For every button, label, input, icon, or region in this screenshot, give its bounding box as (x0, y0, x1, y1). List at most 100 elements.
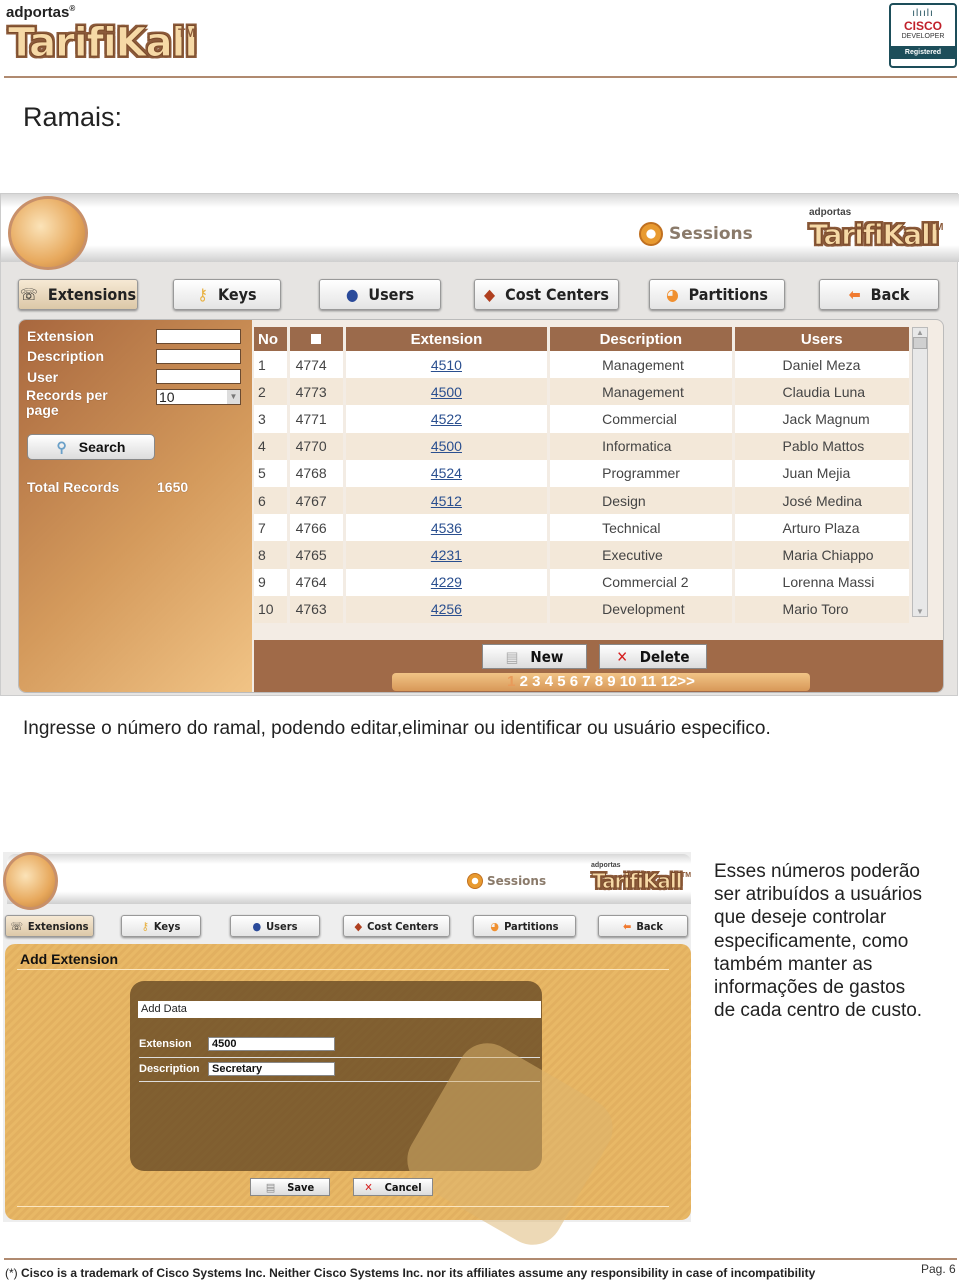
cell-extension: 4510 (344, 351, 551, 379)
search-button[interactable]: ⚲ Search (27, 434, 155, 460)
back-arrow-icon: ⬅ (623, 919, 632, 933)
user-icon: ● (252, 919, 262, 933)
extension-link[interactable]: 4500 (431, 384, 462, 400)
cell-no: 8 (254, 541, 290, 569)
phone-icon: ☏ (19, 285, 38, 304)
document-icon: ▤ (505, 647, 519, 666)
app2-nav-extensions[interactable]: ☏ Extensions (5, 915, 94, 937)
extensions-list-screenshot: Sessions adportas TarifiKall TM ☏ Extensi… (0, 193, 959, 696)
cell-description: Programmer (548, 459, 735, 487)
extensions-table: No Extension Description Users 1 4774 4510… (254, 327, 913, 623)
back-arrow-icon: ⬅ (848, 285, 861, 304)
side-text-line: Esses números poderão (714, 861, 920, 882)
cell-user: Claudia Luna (733, 378, 913, 406)
extension-link[interactable]: 4510 (431, 357, 462, 373)
scroll-thumb[interactable] (913, 337, 927, 349)
pagination[interactable]: 1 2 3 4 5 6 7 8 9 10 11 12>> (392, 673, 810, 691)
table-row[interactable]: 8 4765 4231 Executive Maria Chiappo (254, 541, 913, 569)
cell-id: 4765 (288, 541, 346, 569)
title-divider (17, 969, 669, 970)
chevron-down-icon: ▼ (227, 390, 240, 404)
logo-tm: TM (178, 26, 196, 40)
cell-id: 4773 (288, 378, 346, 406)
new-button[interactable]: ▤ New (482, 644, 587, 669)
extension-input[interactable]: 4500 (208, 1037, 335, 1051)
table-row[interactable]: 7 4766 4536 Technical Arturo Plaza (254, 514, 913, 542)
extension-link[interactable]: 4500 (431, 438, 462, 454)
description-filter-input[interactable] (156, 349, 241, 364)
table-row[interactable]: 9 4764 4229 Commercial 2 Lorenna Massi (254, 568, 913, 596)
table-row[interactable]: 5 4768 4524 Programmer Juan Mejia (254, 459, 913, 487)
pie-chart-icon: ◕ (490, 919, 500, 933)
cell-description: Management (548, 351, 735, 379)
extension-filter-input[interactable] (156, 329, 241, 344)
nav-back[interactable]: ⬅ Back (819, 279, 939, 310)
table-row[interactable]: 1 4774 4510 Management Daniel Meza (254, 351, 913, 379)
app2-nav-users[interactable]: ● Users (230, 915, 320, 937)
cancel-button[interactable]: ✕ Cancel (353, 1178, 433, 1196)
table-row[interactable]: 4 4770 4500 Informatica Pablo Mattos (254, 432, 913, 460)
cell-extension: 4522 (344, 405, 551, 433)
scroll-down-icon[interactable]: ▼ (913, 607, 927, 616)
scroll-up-icon[interactable]: ▲ (913, 328, 927, 337)
current-page: 1 (507, 673, 516, 690)
table-row[interactable]: 2 4773 4500 Management Claudia Luna (254, 378, 913, 406)
cell-id: 4771 (288, 405, 346, 433)
select-all-checkbox[interactable] (311, 333, 322, 344)
bottom-divider (17, 1206, 669, 1207)
section-title: Ramais: (23, 102, 123, 132)
cell-no: 4 (254, 432, 290, 460)
cell-no: 1 (254, 351, 290, 379)
extension-link[interactable]: 4536 (431, 520, 462, 536)
app2-nav-keys[interactable]: ⚷ Keys (121, 915, 201, 937)
extension-link[interactable]: 4522 (431, 411, 462, 427)
sessions-button[interactable]: Sessions (639, 222, 753, 246)
app2-nav-back[interactable]: ⬅ Back (598, 915, 688, 937)
cell-no: 9 (254, 568, 290, 596)
app2-logo: TarifiKall (592, 869, 684, 894)
page-links[interactable]: 2 3 4 5 6 7 8 9 10 11 12>> (520, 673, 695, 690)
table-row[interactable]: 6 4767 4512 Design José Medina (254, 486, 913, 515)
app2-sessions-button[interactable]: Sessions (467, 873, 546, 889)
cell-description: Development (548, 595, 735, 623)
user-filter-input[interactable] (156, 369, 241, 384)
table-scrollbar[interactable]: ▲ ▼ (912, 327, 928, 617)
cell-id: 4770 (288, 432, 346, 460)
cisco-bars-icon: ılıılı (912, 8, 934, 19)
nav-users[interactable]: ● Users (319, 279, 441, 310)
cell-no: 3 (254, 405, 290, 433)
cell-id: 4768 (288, 459, 346, 487)
table-row[interactable]: 3 4771 4522 Commercial Jack Magnum (254, 405, 913, 433)
extension-link[interactable]: 4524 (431, 465, 462, 481)
nav-cost-centers[interactable]: ◆ Cost Centers (474, 279, 619, 310)
nav-extensions[interactable]: ☏ Extensions (18, 279, 138, 310)
add-extension-title: Add Extension (20, 951, 119, 967)
save-button[interactable]: ▤ Save (250, 1178, 330, 1196)
app2-nav-partitions[interactable]: ◕ Partitions (473, 915, 576, 937)
description-input[interactable]: Secretary (208, 1062, 335, 1076)
app2-nav-cost-centers[interactable]: ◆ Cost Centers (343, 915, 450, 937)
cell-description: Management (548, 378, 735, 406)
extension-link[interactable]: 4256 (431, 601, 462, 617)
table-row[interactable]: 10 4763 4256 Development Mario Toro (254, 595, 913, 623)
app2-brand-small: adportas (591, 862, 621, 869)
extension-link[interactable]: 4229 (431, 574, 462, 590)
footer-note: (*) Cisco is a trademark of Cisco System… (5, 1266, 816, 1280)
cell-extension: 4524 (344, 459, 551, 487)
cell-user: Daniel Meza (733, 351, 913, 379)
records-per-page-select[interactable]: 10 ▼ (156, 389, 241, 405)
nav-keys[interactable]: ⚷ Keys (173, 279, 281, 310)
cell-no: 7 (254, 514, 290, 542)
cell-description: Technical (548, 514, 735, 542)
delete-button[interactable]: ✕ Delete (599, 644, 707, 669)
cost-centers-icon: ◆ (484, 285, 496, 304)
cell-description: Commercial 2 (548, 568, 735, 596)
app2-topbar (7, 854, 691, 904)
cell-description: Commercial (548, 405, 735, 433)
extension-link[interactable]: 4231 (431, 547, 462, 563)
side-paragraph: Esses números poderão ser atribuídos a u… (714, 860, 922, 1022)
nav-partitions[interactable]: ◕ Partitions (649, 279, 785, 310)
description-label: Description (139, 1063, 200, 1075)
extension-link[interactable]: 4512 (431, 493, 462, 509)
cell-extension: 4256 (344, 595, 551, 623)
